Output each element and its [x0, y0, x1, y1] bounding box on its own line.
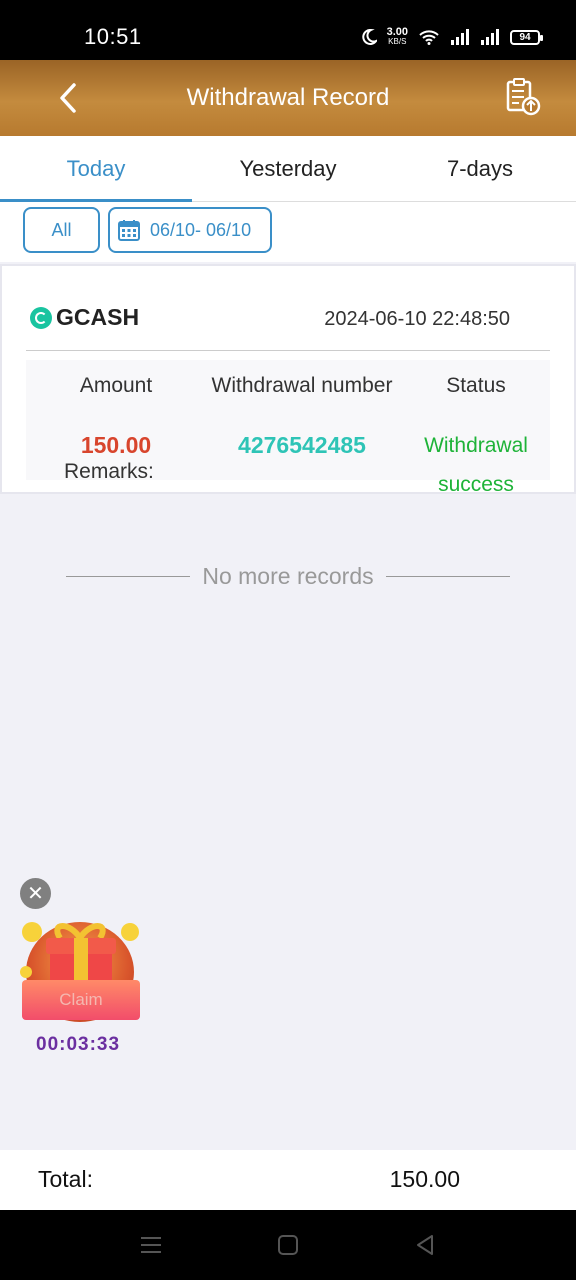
amount-header: Amount — [79, 374, 153, 397]
status-icons: 3.00 KB/S 94 — [361, 24, 543, 50]
status-line-1: Withdrawal — [424, 434, 528, 457]
tab-yesterday[interactable]: Yesterday — [192, 136, 384, 201]
clipboard-upload-icon — [506, 78, 541, 116]
tab-7-days[interactable]: 7-days — [384, 136, 576, 201]
date-range-button[interactable]: 06/10- 06/10 — [108, 207, 272, 253]
total-value: 150.00 — [389, 1166, 460, 1192]
status-line-2: success — [438, 473, 514, 496]
date-range-label: 06/10- 06/10 — [150, 219, 252, 240]
system-nav-bar — [0, 1210, 576, 1280]
gcash-logo-icon — [30, 306, 52, 329]
date-tabs: Today Yesterday 7-days — [0, 136, 576, 202]
net-speed-value: 3.00 — [386, 26, 408, 38]
page-title: Withdrawal Record — [186, 84, 390, 111]
filter-row: All 06/10- 06/10 — [0, 202, 576, 262]
channel-name: GCASH — [56, 304, 140, 330]
divider — [66, 575, 191, 577]
calendar-icon — [118, 220, 140, 241]
battery-icon: 94 — [510, 29, 543, 45]
list-end-text: No more records — [202, 562, 374, 589]
amount-value: 150.00 — [80, 432, 152, 458]
withdrawal-record-card[interactable]: GCASH 2024-06-10 22:48:50 Amount Withdra… — [0, 264, 576, 496]
list-end-indicator: No more records — [66, 562, 510, 590]
record-upload-button[interactable] — [502, 76, 546, 120]
remarks-label: Remarks: — [64, 460, 154, 483]
moon-icon — [361, 29, 377, 45]
home-icon[interactable] — [275, 1232, 301, 1258]
claim-widget[interactable]: Claim — [18, 916, 144, 1026]
signal-icon — [451, 29, 469, 45]
claim-timer: 00:03:33 — [36, 1034, 121, 1055]
status-header: Status — [446, 374, 506, 397]
total-bar: Total: 150.00 — [0, 1150, 576, 1210]
channel-header: GCASH — [30, 304, 139, 331]
withdrawal-number-value: 4276542485 — [238, 432, 366, 458]
record-datetime: 2024-06-10 22:48:50 — [324, 308, 510, 330]
close-icon[interactable]: ✕ — [20, 878, 51, 909]
claim-button[interactable]: Claim — [22, 980, 140, 1020]
signal-icon — [481, 29, 499, 45]
status-time: 10:51 — [84, 24, 142, 49]
status-value: Withdrawal success — [398, 426, 554, 504]
status-bar: 10:51 3.00 KB/S 94 — [0, 0, 576, 60]
app-header: Withdrawal Record — [0, 60, 576, 136]
total-label: Total: — [38, 1166, 93, 1192]
menu-icon[interactable] — [138, 1232, 164, 1258]
battery-level: 94 — [519, 31, 531, 43]
wifi-icon — [419, 30, 439, 45]
withdrawal-number-header: Withdrawal number — [211, 374, 393, 397]
tab-today[interactable]: Today — [0, 136, 192, 202]
divider — [26, 350, 550, 351]
net-speed: 3.00 KB/S — [386, 26, 408, 47]
divider — [385, 575, 510, 577]
type-filter-button[interactable]: All — [23, 207, 100, 253]
net-speed-unit: KB/S — [388, 37, 407, 46]
back-icon[interactable] — [412, 1232, 438, 1258]
